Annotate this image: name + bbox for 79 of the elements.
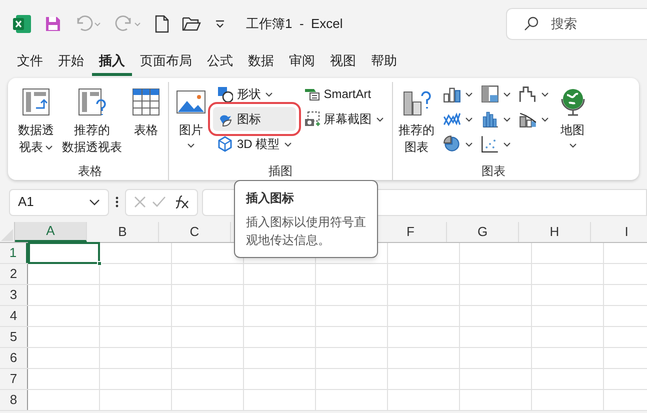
- folder-icon[interactable]: [182, 16, 202, 32]
- ribbon-tab[interactable]: 公式: [200, 48, 240, 76]
- row-header[interactable]: 1: [0, 243, 28, 263]
- ribbon-button[interactable]: SmartArt: [300, 82, 388, 106]
- column-header[interactable]: G: [447, 222, 519, 242]
- pivot-table-icon: [20, 86, 52, 118]
- ribbon-tab[interactable]: 审阅: [282, 48, 322, 76]
- caret-icon: [464, 92, 473, 96]
- caret-icon: [464, 142, 473, 146]
- row-header[interactable]: 5: [0, 327, 28, 347]
- ribbon-button[interactable]: 表格: [128, 82, 164, 170]
- ribbon-tab[interactable]: 视图: [323, 48, 363, 76]
- ribbon-button[interactable]: 形状: [213, 82, 296, 106]
- group-label: 插图: [268, 163, 292, 180]
- row-header[interactable]: 3: [0, 285, 28, 305]
- column-header[interactable]: H: [519, 222, 591, 242]
- caret-icon: [540, 116, 549, 122]
- group-label: 表格: [78, 163, 102, 180]
- name-box[interactable]: A1: [9, 188, 109, 216]
- ribbon-button[interactable]: 推荐的 图表: [396, 82, 437, 170]
- table-icon: [130, 86, 162, 118]
- search-icon: [523, 16, 539, 32]
- column-header[interactable]: A: [15, 222, 87, 242]
- waterfall-chart-icon: [518, 85, 537, 103]
- row-header[interactable]: 7: [0, 369, 28, 389]
- column-chart-icon: [442, 85, 461, 103]
- scatter-chart-icon: [480, 135, 499, 153]
- caret-icon: [540, 92, 549, 96]
- screenshot-icon: [304, 111, 320, 127]
- tooltip-title: 插入图标: [246, 190, 295, 207]
- caret-icon: [45, 145, 53, 150]
- search-field[interactable]: 搜索: [506, 8, 647, 40]
- smartart-icon: [304, 86, 320, 102]
- cube-icon: [217, 136, 233, 152]
- more-options-icon[interactable]: [113, 195, 121, 209]
- search-input[interactable]: 搜索: [551, 14, 611, 34]
- ribbon-button[interactable]: 3D 模型: [213, 132, 296, 156]
- ribbon-button[interactable]: 图片: [173, 82, 209, 170]
- new-file-icon[interactable]: [154, 15, 170, 33]
- ribbon-tab[interactable]: 文件: [10, 48, 50, 76]
- hierarchy-chart-icon: [480, 85, 499, 103]
- ribbon-button[interactable]: 数据透 视表: [16, 82, 56, 170]
- recommended-pivot-icon: [76, 86, 108, 118]
- caret-icon: [376, 116, 384, 122]
- combo-chart-icon: [518, 110, 537, 128]
- spreadsheet-logo-icon: [12, 14, 32, 34]
- ribbon-button[interactable]: 图标: [213, 107, 296, 131]
- window-title: 工作簿1 - Excel: [246, 15, 343, 34]
- chevron-down-icon: [89, 198, 100, 206]
- caret-icon: [187, 143, 195, 148]
- ribbon-tab[interactable]: 帮助: [364, 48, 404, 76]
- row-header[interactable]: 8: [0, 390, 28, 410]
- customize-toolbar-icon[interactable]: [214, 19, 226, 29]
- pie-chart-icon: [442, 135, 461, 153]
- ribbon-tab[interactable]: 数据: [241, 48, 281, 76]
- column-header[interactable]: I: [591, 222, 647, 242]
- caret-icon: [502, 142, 511, 146]
- caret-icon: [502, 92, 511, 96]
- save-icon[interactable]: [44, 15, 62, 33]
- ribbon-button[interactable]: 屏幕截图: [300, 107, 388, 131]
- row-header[interactable]: 6: [0, 348, 28, 368]
- tooltip-text: 插入图标以使用符号直观地传达信息。: [246, 214, 366, 249]
- group-label: 图表: [482, 163, 506, 180]
- row-header[interactable]: 2: [0, 264, 28, 284]
- ribbon-tab[interactable]: 开始: [51, 48, 91, 76]
- histogram-icon: [480, 110, 499, 128]
- caret-icon: [284, 142, 292, 146]
- caret-icon: [568, 143, 577, 148]
- ribbon-button[interactable]: 地图: [554, 82, 591, 170]
- caret-icon: [265, 92, 273, 96]
- shapes-icon: [217, 86, 233, 102]
- ribbon-tab[interactable]: 页面布局: [133, 48, 199, 76]
- column-header[interactable]: C: [159, 222, 231, 242]
- row-header[interactable]: 4: [0, 306, 28, 326]
- selected-cell[interactable]: [28, 242, 100, 264]
- caret-icon: [502, 116, 511, 122]
- caret-icon: [464, 116, 473, 122]
- line-chart-icon: [442, 110, 461, 128]
- column-header[interactable]: B: [87, 222, 159, 242]
